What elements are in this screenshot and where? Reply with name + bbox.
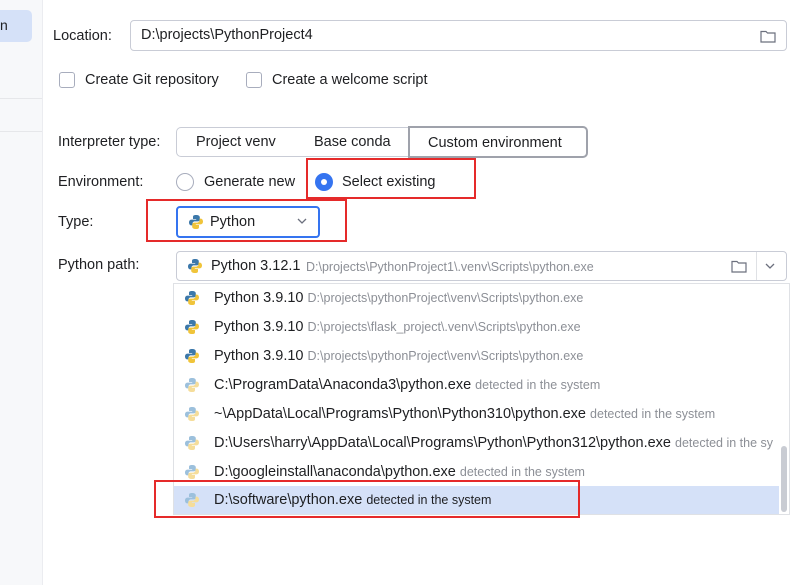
interpreter-name: Python 3.9.10: [214, 348, 304, 364]
sidebar-selected-label: n: [0, 17, 8, 33]
interpreter-name: D:\Users\harry\AppData\Local\Programs\Py…: [214, 435, 671, 451]
location-label: Location:: [53, 28, 112, 44]
select-existing-label: Select existing: [342, 174, 436, 190]
interpreter-path: detected in the system: [459, 465, 585, 479]
list-item-label: D:\software\python.exe detected in the s…: [214, 492, 491, 508]
chevron-down-icon[interactable]: [764, 260, 776, 276]
list-item-label: Python 3.9.10 D:\projects\pythonProject\…: [214, 348, 583, 364]
python-path-combobox[interactable]: Python 3.12.1 D:\projects\PythonProject1…: [176, 251, 787, 281]
interpreter-name: C:\ProgramData\Anaconda3\python.exe: [214, 377, 472, 393]
generate-new-label: Generate new: [204, 174, 296, 190]
list-item-label: ~\AppData\Local\Programs\Python\Python31…: [214, 406, 715, 422]
environment-label: Environment:: [58, 174, 144, 190]
type-select[interactable]: Python: [176, 206, 320, 238]
list-item[interactable]: D:\googleinstall\anaconda\python.exe det…: [174, 458, 779, 487]
sidebar-divider: [0, 131, 42, 132]
python-logo-icon: [184, 377, 200, 393]
python-logo-icon: [184, 290, 200, 306]
folder-icon[interactable]: [731, 260, 747, 273]
generate-new-radio[interactable]: [176, 173, 194, 191]
git-checkbox-label: Create Git repository: [85, 72, 219, 88]
sidebar-selected-item[interactable]: n: [0, 10, 32, 42]
interpreter-name: D:\googleinstall\anaconda\python.exe: [214, 464, 456, 480]
interpreter-path: detected in the system: [475, 378, 601, 392]
python-logo-icon: [184, 435, 200, 451]
list-item-selected[interactable]: D:\software\python.exe detected in the s…: [174, 486, 779, 514]
interpreter-path: detected in the system: [590, 407, 716, 421]
interpreter-name: Python 3.9.10: [214, 319, 304, 335]
python-logo-icon: [184, 348, 200, 364]
interpreter-path: detected in the system: [366, 493, 492, 507]
tab-base-conda-label: Base conda: [314, 134, 391, 150]
tab-project-venv[interactable]: Project venv: [176, 127, 301, 157]
select-existing-radio[interactable]: [315, 173, 333, 191]
list-item-label: Python 3.9.10 D:\projects\pythonProject\…: [214, 290, 583, 306]
python-path-value: D:\projects\PythonProject1\.venv\Scripts…: [306, 260, 594, 274]
python-logo-icon: [184, 492, 200, 508]
list-item[interactable]: C:\ProgramData\Anaconda3\python.exe dete…: [174, 371, 779, 400]
location-value: D:\projects\PythonProject4: [141, 27, 313, 43]
python-logo-icon: [188, 214, 204, 230]
python-path-version: Python 3.12.1: [211, 258, 301, 274]
interpreter-path: D:\projects\pythonProject\venv\Scripts\p…: [307, 349, 584, 363]
list-item[interactable]: Python 3.9.10 D:\projects\pythonProject\…: [174, 284, 779, 313]
list-item-label: D:\googleinstall\anaconda\python.exe det…: [214, 464, 585, 480]
interpreter-path: D:\projects\pythonProject\venv\Scripts\p…: [307, 291, 584, 305]
type-label: Type:: [58, 214, 94, 230]
interpreter-name: D:\software\python.exe: [214, 492, 363, 508]
list-item-label: C:\ProgramData\Anaconda3\python.exe dete…: [214, 377, 600, 393]
python-logo-icon: [184, 464, 200, 480]
list-item[interactable]: Python 3.9.10 D:\projects\pythonProject\…: [174, 342, 779, 371]
chevron-down-icon: [296, 215, 308, 231]
list-item[interactable]: Python 3.9.10 D:\projects\flask_project\…: [174, 313, 779, 342]
list-item-label: Python 3.9.10 D:\projects\flask_project\…: [214, 319, 581, 335]
list-item[interactable]: D:\Users\harry\AppData\Local\Programs\Py…: [174, 429, 779, 458]
dropdown-scrollbar[interactable]: [781, 446, 787, 512]
list-item-label: D:\Users\harry\AppData\Local\Programs\Py…: [214, 435, 773, 451]
interpreter-dropdown-list: Python 3.9.10 D:\projects\pythonProject\…: [173, 283, 790, 515]
interpreter-path: detected in the sy: [675, 436, 774, 450]
python-logo-icon: [187, 258, 203, 274]
list-item[interactable]: ~\AppData\Local\Programs\Python\Python31…: [174, 400, 779, 429]
python-logo-icon: [184, 319, 200, 335]
interpreter-name: Python 3.9.10: [214, 290, 304, 306]
tab-project-venv-label: Project venv: [196, 134, 276, 150]
tab-custom-environment[interactable]: Custom environment: [408, 126, 588, 158]
git-checkbox[interactable]: [59, 72, 75, 88]
sidebar-divider: [0, 98, 42, 99]
left-sidebar: n: [0, 0, 43, 585]
interpreter-type-label: Interpreter type:: [58, 134, 161, 150]
combobox-divider: [756, 252, 757, 280]
tab-base-conda[interactable]: Base conda: [300, 127, 409, 157]
tab-custom-environment-label: Custom environment: [428, 135, 562, 151]
type-value: Python: [210, 214, 256, 230]
python-path-label: Python path:: [58, 257, 140, 273]
interpreter-name: ~\AppData\Local\Programs\Python\Python31…: [214, 406, 587, 422]
python-logo-icon: [184, 406, 200, 422]
location-input[interactable]: D:\projects\PythonProject4: [130, 20, 787, 51]
welcome-script-label: Create a welcome script: [272, 72, 428, 88]
folder-icon[interactable]: [760, 30, 776, 43]
welcome-script-checkbox[interactable]: [246, 72, 262, 88]
interpreter-path: D:\projects\flask_project\.venv\Scripts\…: [307, 320, 581, 334]
